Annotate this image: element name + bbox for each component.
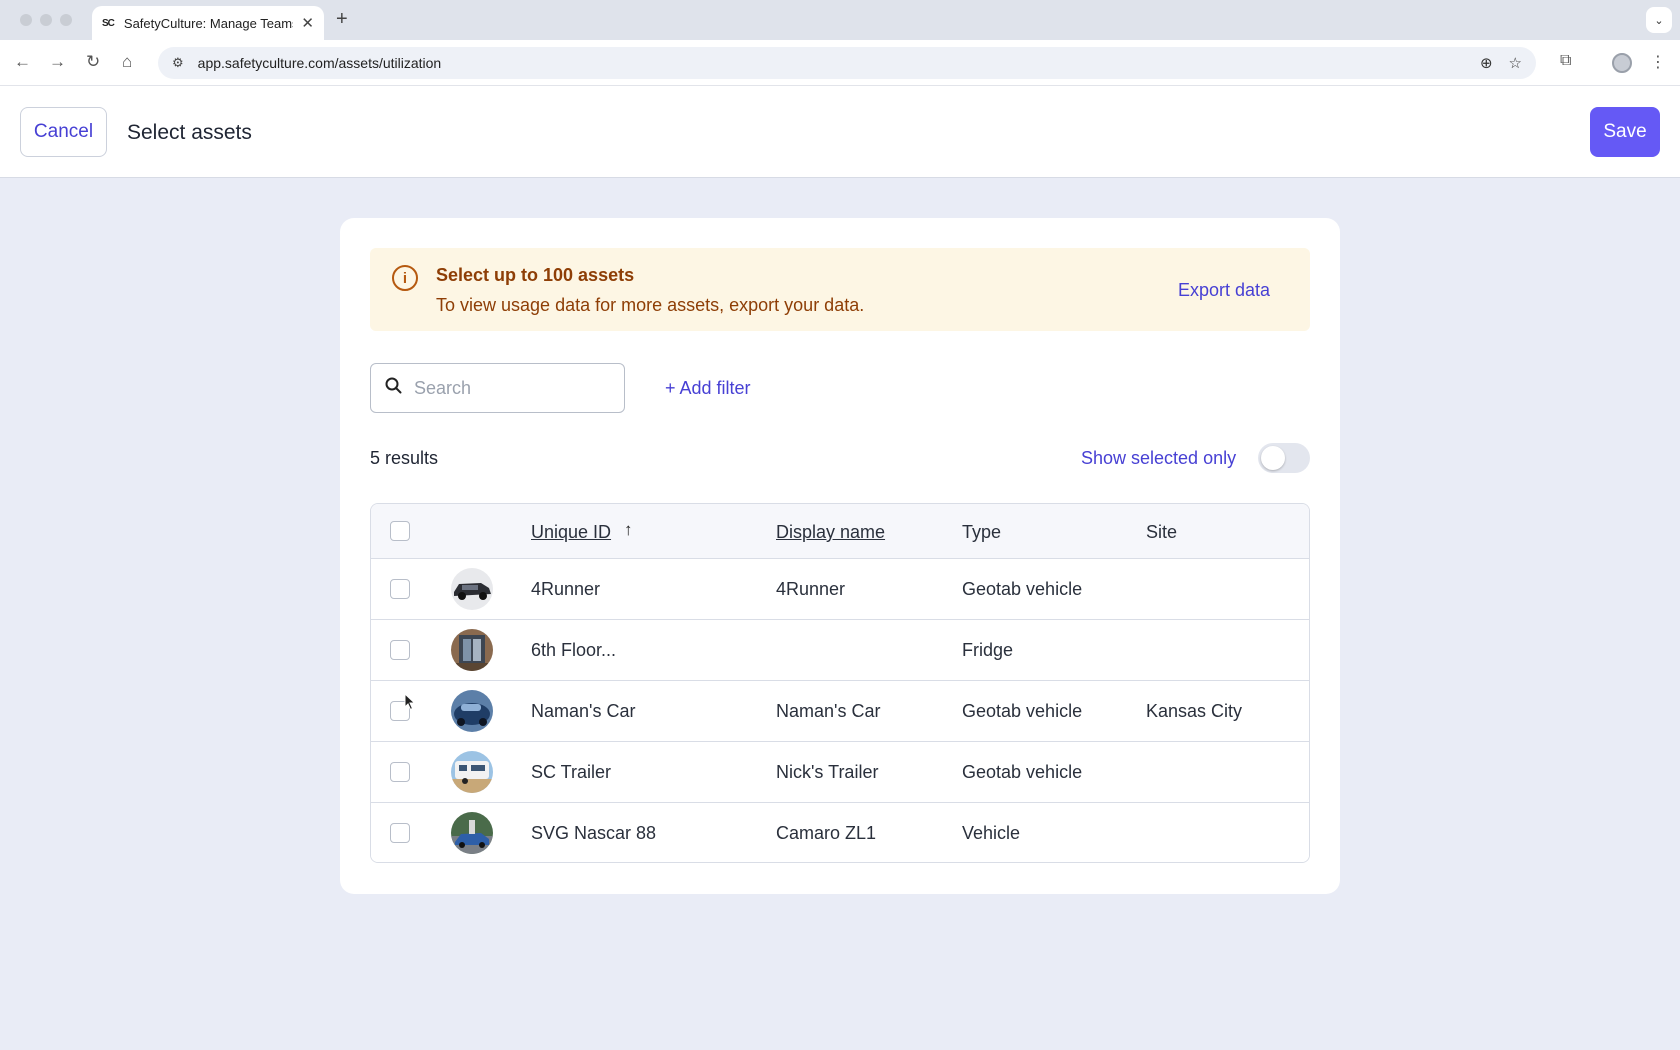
column-site: Site	[1146, 522, 1178, 542]
browser-menu-icon[interactable]: ⋮	[1650, 52, 1666, 72]
table-row[interactable]: SVG Nascar 88 Camaro ZL1 Vehicle	[371, 803, 1309, 862]
bookmark-star-icon[interactable]: ☆	[1509, 54, 1522, 72]
row-checkbox[interactable]	[390, 762, 410, 782]
results-count: 5 results	[370, 448, 439, 468]
profile-avatar-icon[interactable]	[1612, 53, 1632, 73]
search-input[interactable]	[414, 377, 614, 399]
table-row[interactable]: SC Trailer Nick's Trailer Geotab vehicle	[371, 742, 1309, 803]
asset-thumbnail	[451, 629, 493, 671]
banner-title: Select up to 100 assets	[436, 265, 635, 285]
row-checkbox[interactable]	[390, 579, 410, 599]
unique-id-cell: 6th Floor...	[531, 640, 617, 660]
unique-id-cell: Naman's Car	[531, 701, 636, 721]
info-banner: i Select up to 100 assets To view usage …	[370, 248, 1310, 331]
browser-toolbar: ← → ↻ ⌂ ⚙ app.safetyculture.com/assets/u…	[0, 40, 1680, 86]
home-icon[interactable]: ⌂	[122, 52, 132, 72]
type-cell: Geotab vehicle	[962, 762, 1083, 782]
add-filter-button[interactable]: + Add filter	[665, 378, 751, 399]
app-header: Cancel Select assets Save	[0, 86, 1680, 178]
table-row[interactable]: Naman's Car Naman's Car Geotab vehicle K…	[371, 681, 1309, 742]
info-icon: i	[392, 265, 418, 291]
asset-thumbnail	[451, 690, 493, 732]
row-checkbox[interactable]	[390, 823, 410, 843]
display-name-cell: 4Runner	[776, 579, 846, 599]
assets-table: Unique ID ↑ Display name Type Site 4Runn…	[370, 503, 1310, 863]
search-icon	[385, 377, 402, 399]
column-type: Type	[962, 522, 1002, 542]
tab-search-chevron-icon[interactable]: ⌄	[1646, 7, 1672, 33]
asset-thumbnail	[451, 812, 493, 854]
address-bar[interactable]: ⚙ app.safetyculture.com/assets/utilizati…	[158, 47, 1536, 79]
close-tab-icon[interactable]: ✕	[301, 14, 314, 32]
favicon: SC	[102, 17, 115, 29]
asset-thumbnail	[451, 751, 493, 793]
export-data-link[interactable]: Export data	[1178, 280, 1270, 301]
unique-id-cell: 4Runner	[531, 579, 601, 599]
select-all-checkbox[interactable]	[390, 521, 410, 541]
display-name-cell: Nick's Trailer	[776, 762, 879, 782]
asset-thumbnail	[451, 568, 493, 610]
extensions-icon[interactable]: ⧉	[1560, 52, 1571, 70]
page-title: Select assets	[127, 121, 252, 144]
type-cell: Vehicle	[962, 823, 1021, 843]
type-cell: Geotab vehicle	[962, 579, 1083, 599]
zoom-icon[interactable]: ⊕	[1480, 54, 1493, 72]
select-assets-card: i Select up to 100 assets To view usage …	[340, 218, 1340, 894]
sort-ascending-arrow-icon[interactable]: ↑	[624, 520, 633, 540]
display-name-cell: Camaro ZL1	[776, 823, 877, 843]
site-settings-icon[interactable]: ⚙	[172, 55, 184, 71]
url-text[interactable]: app.safetyculture.com/assets/utilization	[198, 55, 1464, 71]
table-header: Unique ID ↑ Display name Type Site	[371, 504, 1309, 559]
mouse-cursor-icon	[404, 692, 416, 716]
show-selected-label[interactable]: Show selected only	[1081, 448, 1236, 469]
toggle-knob	[1261, 446, 1285, 470]
close-window-icon[interactable]	[20, 14, 32, 26]
banner-text: To view usage data for more assets, expo…	[436, 295, 865, 315]
row-checkbox[interactable]	[390, 640, 410, 660]
unique-id-cell: SC Trailer	[531, 762, 612, 782]
display-name-cell: Naman's Car	[776, 701, 881, 721]
new-tab-icon[interactable]: +	[336, 8, 348, 31]
type-cell: Geotab vehicle	[962, 701, 1083, 721]
type-cell: Fridge	[962, 640, 1014, 660]
tab-title: SafetyCulture: Manage Teams	[123, 15, 294, 31]
maximize-window-icon[interactable]	[60, 14, 72, 26]
show-selected-toggle[interactable]	[1258, 443, 1310, 473]
table-row[interactable]: 6th Floor... Fridge	[371, 620, 1309, 681]
minimize-window-icon[interactable]	[40, 14, 52, 26]
search-box[interactable]	[370, 363, 625, 413]
column-display-name[interactable]: Display name	[776, 522, 885, 543]
site-cell: Kansas City	[1146, 701, 1243, 721]
reload-icon[interactable]: ↻	[86, 52, 100, 72]
unique-id-cell: SVG Nascar 88	[531, 823, 657, 843]
browser-tab[interactable]: SC SafetyCulture: Manage Teams ✕	[92, 6, 324, 40]
table-row[interactable]: 4Runner 4Runner Geotab vehicle	[371, 559, 1309, 620]
cancel-button[interactable]: Cancel	[20, 107, 107, 157]
forward-icon[interactable]: →	[49, 52, 66, 72]
back-icon[interactable]: ←	[14, 52, 31, 72]
browser-tab-bar: SC SafetyCulture: Manage Teams ✕ + ⌄	[0, 0, 1680, 40]
column-unique-id[interactable]: Unique ID	[531, 522, 611, 543]
save-button[interactable]: Save	[1590, 107, 1660, 157]
